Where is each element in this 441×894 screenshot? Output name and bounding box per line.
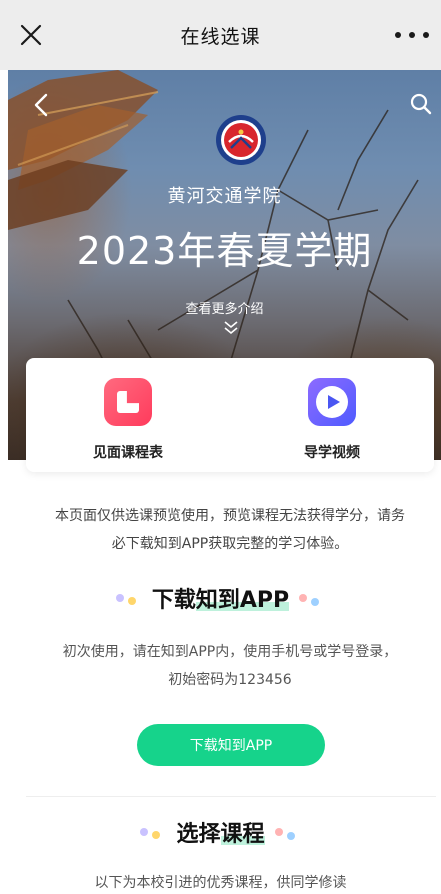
login-instructions: 初次使用，请在知到APP内，使用手机号或学号登录，初始密码为123456 bbox=[62, 644, 398, 688]
download-section-title: 下载 知到APP bbox=[0, 582, 441, 614]
term-title: 2023年春夏学期 bbox=[76, 229, 373, 273]
download-title-highlight: 知到APP bbox=[195, 588, 290, 613]
top-nav-bar: 在线选课 bbox=[0, 0, 441, 70]
close-icon[interactable] bbox=[18, 22, 44, 48]
more-icon[interactable] bbox=[395, 22, 429, 48]
select-title-prefix: 选择 bbox=[176, 822, 221, 847]
preview-notice: 本页面仅供选课预览使用，预览课程无法获得学分，请务必下载知到APP获取完整的学习… bbox=[55, 508, 405, 552]
chevron-double-down-icon[interactable] bbox=[222, 320, 240, 336]
entry-label: 导学视频 bbox=[304, 445, 360, 461]
school-logo bbox=[216, 115, 266, 165]
entry-label: 见面课程表 bbox=[93, 445, 163, 461]
entry-schedule[interactable]: 见面课程表 bbox=[26, 358, 230, 472]
video-play-icon bbox=[308, 378, 356, 426]
more-intro-link[interactable]: 查看更多介绍 bbox=[8, 298, 441, 317]
search-icon[interactable] bbox=[409, 92, 433, 116]
decor-dots-icon bbox=[295, 591, 325, 606]
decor-dots-icon bbox=[115, 591, 146, 605]
entry-guide-video[interactable]: 导学视频 bbox=[230, 358, 434, 472]
decor-dots-icon bbox=[140, 825, 170, 839]
quick-entry-card: 见面课程表 导学视频 bbox=[26, 358, 434, 472]
decor-dots-icon bbox=[271, 825, 301, 840]
divider bbox=[26, 796, 436, 797]
back-icon[interactable] bbox=[30, 92, 52, 118]
page-title: 在线选课 bbox=[180, 25, 261, 48]
course-intro-text: 以下为本校引进的优秀课程，供同学修读 bbox=[94, 875, 347, 891]
select-course-section-title: 选择 课程 bbox=[0, 816, 441, 848]
download-title-prefix: 下载 bbox=[151, 588, 196, 613]
school-name: 黄河交通学院 bbox=[167, 186, 282, 207]
download-app-button[interactable]: 下载知到APP bbox=[137, 724, 325, 766]
select-title-highlight: 课程 bbox=[220, 822, 265, 847]
schedule-icon bbox=[104, 378, 152, 426]
